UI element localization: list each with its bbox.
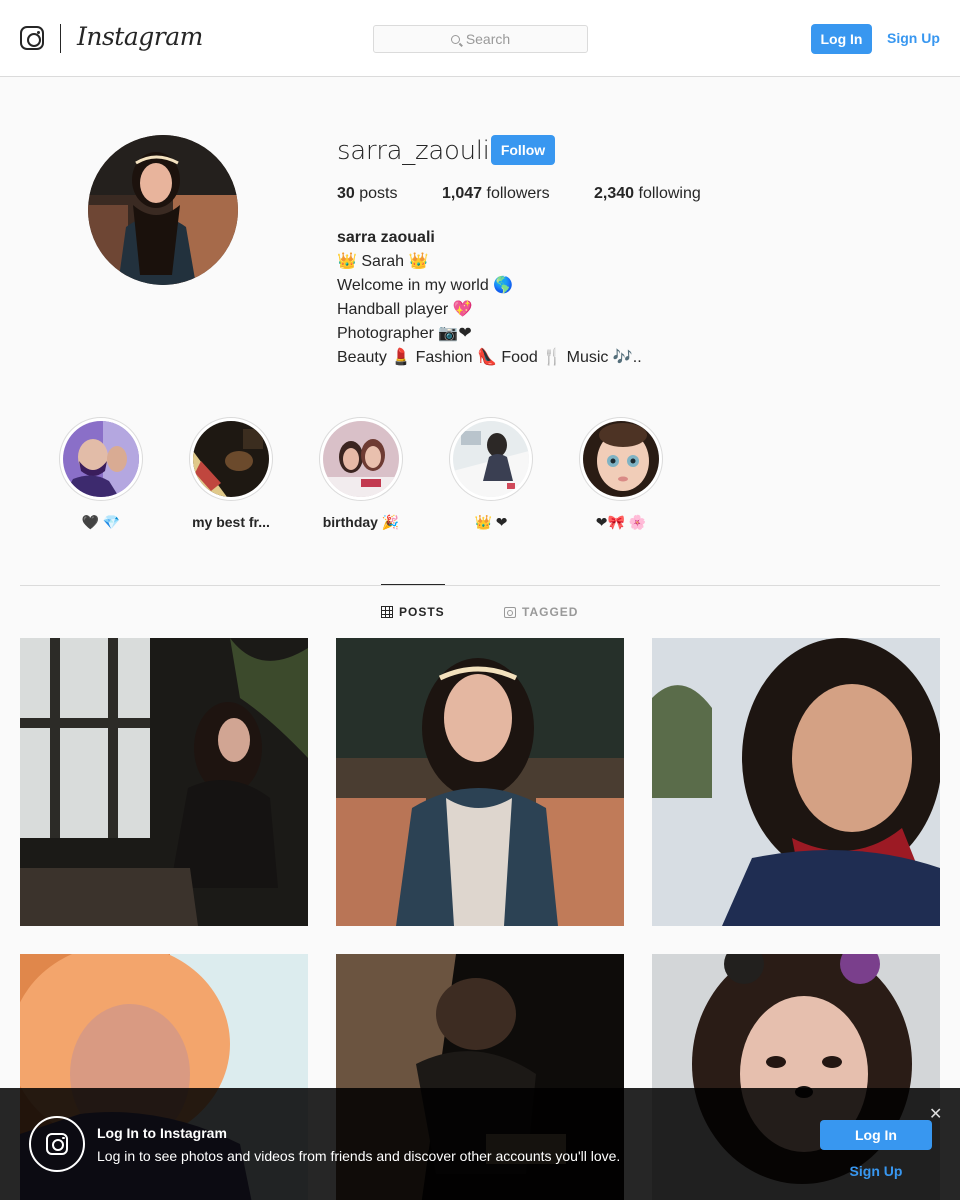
tab-tagged-label: TAGGED bbox=[522, 605, 579, 619]
top-navigation-bar: Instagram Search Log In Sign Up bbox=[0, 0, 960, 77]
post-thumbnail[interactable] bbox=[336, 638, 624, 926]
highlight-label: ❤🎀 🌸 bbox=[595, 514, 647, 530]
instagram-icon bbox=[29, 1116, 85, 1172]
tagged-icon bbox=[504, 606, 516, 618]
followers-stat[interactable]: 1,047 followers bbox=[442, 185, 594, 203]
posts-count: 30 bbox=[337, 185, 355, 202]
highlight-ring bbox=[449, 417, 533, 501]
logo-divider bbox=[60, 24, 61, 53]
highlight-label: birthday 🎉 bbox=[322, 514, 400, 530]
banner-login-button[interactable]: Log In bbox=[820, 1120, 932, 1150]
profile-stats: 30 posts 1,047 followers 2,340 following bbox=[337, 185, 701, 203]
story-highlight[interactable]: 👑 ❤ bbox=[449, 417, 533, 530]
tab-posts[interactable]: POSTS bbox=[381, 605, 445, 619]
highlight-label: 🖤 💎 bbox=[81, 514, 121, 530]
highlight-ring bbox=[189, 417, 273, 501]
post-thumbnail[interactable] bbox=[652, 638, 940, 926]
following-stat-label: following bbox=[638, 185, 701, 202]
banner-description: Log in to see photos and videos from fri… bbox=[97, 1148, 621, 1164]
posts-stat: 30 posts bbox=[337, 185, 442, 203]
signup-link[interactable]: Sign Up bbox=[887, 30, 940, 46]
profile-bio: sarra zaouali 👑 Sarah 👑 Welcome in my wo… bbox=[337, 226, 642, 370]
followers-stat-label: followers bbox=[486, 185, 550, 202]
tab-tagged[interactable]: TAGGED bbox=[504, 605, 578, 619]
instagram-camera-icon[interactable] bbox=[20, 26, 44, 50]
search-placeholder: Search bbox=[465, 31, 511, 47]
story-highlight[interactable]: birthday 🎉 bbox=[319, 417, 403, 530]
followers-count: 1,047 bbox=[442, 185, 483, 202]
highlight-cover-image bbox=[453, 421, 529, 497]
search-input[interactable]: Search bbox=[373, 25, 588, 53]
banner-title: Log In to Instagram bbox=[97, 1125, 227, 1141]
posts-stat-label: posts bbox=[359, 185, 398, 202]
active-tab-indicator bbox=[381, 584, 445, 585]
tabs-divider bbox=[20, 585, 940, 586]
story-highlight[interactable]: my best fr... bbox=[189, 417, 273, 530]
banner-signup-link[interactable]: Sign Up bbox=[820, 1163, 932, 1179]
instagram-wordmark-logo[interactable]: Instagram bbox=[77, 22, 203, 51]
highlight-ring bbox=[59, 417, 143, 501]
highlight-cover-image bbox=[323, 421, 399, 497]
profile-username: sarra_zaouli bbox=[337, 136, 490, 166]
highlight-ring bbox=[579, 417, 663, 501]
highlight-cover-image bbox=[583, 421, 659, 497]
following-count: 2,340 bbox=[594, 185, 635, 202]
story-highlight[interactable]: 🖤 💎 bbox=[59, 417, 143, 530]
bio-line: 👑 Sarah 👑 bbox=[337, 253, 429, 270]
bio-line: Handball player 💖 bbox=[337, 301, 473, 318]
highlight-cover-image bbox=[193, 421, 269, 497]
profile-avatar bbox=[88, 135, 238, 285]
highlight-cover-image bbox=[63, 421, 139, 497]
bio-line: Welcome in my world 🌎 bbox=[337, 277, 514, 294]
login-button[interactable]: Log In bbox=[811, 24, 872, 54]
highlight-label: 👑 ❤ bbox=[474, 514, 508, 530]
grid-icon bbox=[381, 606, 393, 618]
story-highlight[interactable]: ❤🎀 🌸 bbox=[579, 417, 663, 530]
highlight-label: my best fr... bbox=[192, 514, 270, 530]
highlight-ring bbox=[319, 417, 403, 501]
tab-posts-label: POSTS bbox=[399, 605, 445, 619]
login-prompt-banner: Log In to Instagram Log in to see photos… bbox=[0, 1088, 960, 1200]
follow-button[interactable]: Follow bbox=[491, 135, 555, 165]
post-thumbnail[interactable] bbox=[20, 638, 308, 926]
bio-line: Photographer 📷❤ bbox=[337, 325, 472, 342]
profile-full-name: sarra zaouali bbox=[337, 229, 435, 246]
search-icon bbox=[450, 34, 460, 44]
following-stat[interactable]: 2,340 following bbox=[594, 185, 701, 203]
camera-icon bbox=[46, 1133, 68, 1155]
bio-line: Beauty 💄 Fashion 👠 Food 🍴 Music 🎶.. bbox=[337, 349, 642, 366]
